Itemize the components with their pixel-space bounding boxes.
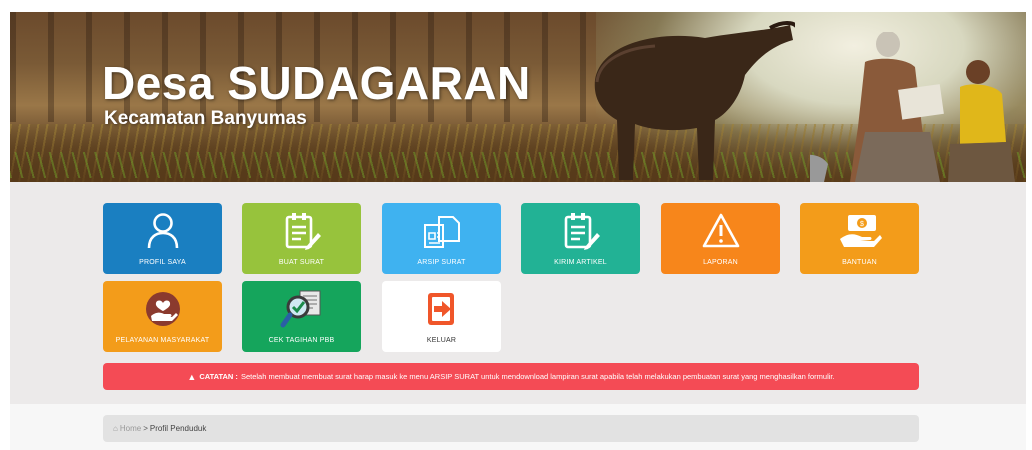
breadcrumb-separator: > [143,424,148,433]
breadcrumb-home-link[interactable]: Home [120,424,141,433]
tile-label: PELAYANAN MASYARAKAT [115,337,210,344]
notice-label: CATATAN : [199,372,238,381]
article-edit-icon [521,211,640,251]
buat-surat-button[interactable]: BUAT SURAT [242,203,361,274]
header-banner: Desa SUDAGARAN Kecamatan Banyumas [10,12,1026,182]
money-hand-icon: $ [800,211,919,251]
tile-label: BUAT SURAT [278,259,325,266]
bantuan-button[interactable]: $ BANTUAN [800,203,919,274]
tile-label: KIRIM ARTIKEL [554,259,607,266]
people-illustration [810,32,1015,182]
notice-bar: ▲ CATATAN : Setelah membuat membuat sura… [103,363,919,390]
magnifier-check-icon [242,289,361,329]
user-icon [103,211,222,251]
tile-label: ARSIP SURAT [417,259,466,266]
warning-triangle-icon: ▲ [187,371,197,382]
notice-text: Setelah membuat membuat surat harap masu… [240,372,835,381]
page-subtitle: Kecamatan Banyumas [104,108,307,129]
tile-label: BANTUAN [842,259,877,266]
document-edit-icon [242,211,361,251]
logout-icon [382,289,501,329]
tile-label: KELUAR [426,337,457,344]
page: Desa SUDAGARAN Kecamatan Banyumas PROFIL… [10,12,1026,450]
tile-label: PROFIL SAYA [139,259,186,266]
keluar-button[interactable]: KELUAR [382,281,501,352]
page-title: Desa SUDAGARAN [102,57,531,109]
home-icon: ⌂ [113,424,118,433]
cek-tagihan-pbb-button[interactable]: CEK TAGIHAN PBB [242,281,361,352]
arsip-surat-button[interactable]: ARSIP SURAT [382,203,501,274]
files-icon [382,211,501,251]
tile-label: LAPORAN [703,259,738,266]
warning-icon [661,211,780,251]
pelayanan-masyarakat-button[interactable]: PELAYANAN MASYARAKAT [103,281,222,352]
breadcrumb: ⌂ Home > Profil Penduduk [103,415,919,442]
buffalo-illustration [594,21,795,180]
profil-saya-button[interactable]: PROFIL SAYA [103,203,222,274]
svg-text:$: $ [860,221,864,228]
tile-label: CEK TAGIHAN PBB [268,337,335,344]
kirim-artikel-button[interactable]: KIRIM ARTIKEL [521,203,640,274]
laporan-button[interactable]: LAPORAN [661,203,780,274]
heart-hand-icon [103,289,222,329]
breadcrumb-current: Profil Penduduk [149,424,207,433]
